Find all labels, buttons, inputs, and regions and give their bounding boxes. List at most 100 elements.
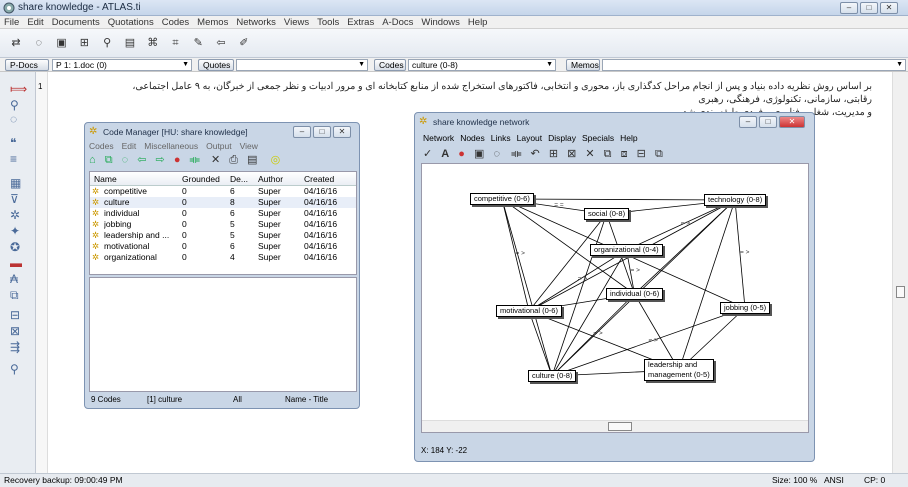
prev-icon[interactable]: ⇦ bbox=[137, 154, 146, 166]
cm-menu-codes[interactable]: Codes bbox=[89, 141, 114, 151]
code-comment-pane[interactable] bbox=[89, 277, 357, 392]
network-icon[interactable]: ⊞ bbox=[76, 35, 92, 51]
merge-icon[interactable]: ⇶ bbox=[10, 340, 20, 354]
search-icon[interactable]: ⚲ bbox=[10, 362, 19, 376]
cut-icon[interactable]: ⊟ bbox=[637, 148, 646, 160]
pen-icon[interactable]: ✎ bbox=[190, 35, 206, 51]
image-icon[interactable]: ▣ bbox=[474, 148, 484, 160]
link-icon[interactable]: ⊟ bbox=[10, 308, 20, 322]
node-icon[interactable]: ⧉ bbox=[604, 148, 612, 160]
print-icon[interactable]: ⎙ bbox=[229, 154, 238, 166]
menu-edit[interactable]: Edit bbox=[23, 16, 47, 29]
binoculars-icon[interactable]: ⚲ bbox=[99, 35, 115, 51]
menu-views[interactable]: Views bbox=[280, 16, 313, 29]
code-icon[interactable]: ⟾ bbox=[10, 82, 27, 96]
network-hscroll[interactable] bbox=[422, 420, 808, 432]
quote-list-icon[interactable]: ≡ bbox=[10, 152, 17, 166]
new-code-icon[interactable]: ⇄ bbox=[8, 35, 24, 51]
table-row[interactable]: ✲ organizational 0 4 Super 04/16/16 bbox=[90, 252, 356, 263]
page-icon[interactable]: ⧉ bbox=[10, 288, 19, 303]
cm-minimize-button[interactable]: – bbox=[293, 126, 311, 138]
filter-icon[interactable]: ⊽ bbox=[10, 192, 19, 206]
column-header-1[interactable]: Grounded bbox=[182, 174, 220, 184]
star-icon[interactable]: ✦ bbox=[10, 224, 20, 238]
save-icon[interactable]: ▣ bbox=[54, 35, 70, 51]
delete-icon[interactable]: ▬ bbox=[10, 256, 22, 270]
color-icon[interactable]: ● bbox=[458, 148, 465, 160]
menu-windows[interactable]: Windows bbox=[417, 16, 464, 29]
node-competitive[interactable]: competitive (0-6) bbox=[470, 193, 534, 205]
abc-icon[interactable]: ₳ bbox=[10, 272, 18, 286]
copy-icon[interactable]: ⧉ bbox=[105, 154, 113, 166]
column-header-4[interactable]: Created bbox=[304, 174, 334, 184]
table-row[interactable]: ✲ culture 0 8 Super 04/16/16 bbox=[90, 197, 356, 208]
nw-menu-nodes[interactable]: Nodes bbox=[460, 133, 485, 143]
delete-icon[interactable]: ✕ bbox=[585, 148, 594, 160]
column-header-3[interactable]: Author bbox=[258, 174, 283, 184]
menu-tools[interactable]: Tools bbox=[313, 16, 343, 29]
table-row[interactable]: ✲ individual 0 6 Super 04/16/16 bbox=[90, 208, 356, 219]
comment-icon[interactable]: ◌ bbox=[122, 154, 129, 166]
nw-menu-links[interactable]: Links bbox=[491, 133, 511, 143]
next-icon[interactable]: ⇨ bbox=[156, 154, 165, 166]
network-window[interactable]: ✲ share knowledge network – □ ✕ Network N… bbox=[414, 112, 815, 462]
layout-icon[interactable]: ⊞ bbox=[549, 148, 558, 160]
link-competitive-culture[interactable] bbox=[501, 198, 554, 377]
code-manager-window[interactable]: ✲ Code Manager [HU: share knowledge] – □… bbox=[84, 122, 360, 409]
pdoc-select[interactable]: P 1: 1.doc (0) ▼ bbox=[52, 59, 192, 71]
nw-menu-network[interactable]: Network bbox=[423, 133, 454, 143]
memo-icon[interactable]: ◌ bbox=[31, 35, 47, 51]
node-individual[interactable]: individual (0-6) bbox=[606, 288, 664, 300]
scroll-thumb[interactable] bbox=[896, 286, 905, 298]
memo-icon[interactable]: ◌ bbox=[493, 148, 500, 160]
code-in-vivo-icon[interactable]: ✲ bbox=[10, 208, 20, 222]
cm-menu-view[interactable]: View bbox=[240, 141, 258, 151]
hscroll-thumb[interactable] bbox=[608, 422, 632, 431]
memos-button[interactable]: Memos bbox=[566, 59, 600, 71]
codes-table[interactable]: Name Grounded De... Author Created ✲ competit… bbox=[89, 171, 357, 275]
menu-extras[interactable]: Extras bbox=[343, 16, 378, 29]
delete-icon[interactable]: ✕ bbox=[211, 154, 220, 166]
link-competitive-technology[interactable] bbox=[501, 197, 736, 203]
quotes-button[interactable]: Quotes bbox=[198, 59, 234, 71]
cm-menu-miscellaneous[interactable]: Miscellaneous bbox=[144, 141, 198, 151]
menu-adocs[interactable]: A-Docs bbox=[378, 16, 417, 29]
view-icon[interactable]: ▤ bbox=[247, 154, 257, 166]
menu-quotations[interactable]: Quotations bbox=[104, 16, 158, 29]
xml-icon[interactable]: ⌗ bbox=[167, 35, 183, 51]
node-social[interactable]: social (0-8) bbox=[584, 208, 630, 220]
back-icon[interactable]: ⇦ bbox=[213, 35, 229, 51]
minimize-button[interactable]: – bbox=[840, 2, 858, 14]
node-jobbing[interactable]: jobbing (0-5) bbox=[720, 302, 771, 314]
target-icon[interactable]: ✪ bbox=[10, 240, 20, 254]
column-header-0[interactable]: Name bbox=[94, 174, 117, 184]
zoom-icon[interactable]: ⚲ bbox=[10, 98, 19, 112]
column-header-2[interactable]: De... bbox=[230, 174, 248, 184]
relink-icon[interactable]: ⊠ bbox=[10, 324, 20, 338]
font-icon[interactable]: A bbox=[441, 148, 449, 160]
link-icon[interactable]: ⟚ bbox=[190, 154, 200, 166]
menu-codes[interactable]: Codes bbox=[158, 16, 193, 29]
codes-select[interactable]: culture (0-8) ▼ bbox=[408, 59, 556, 71]
document-scrollbar[interactable] bbox=[892, 72, 908, 473]
memos-select[interactable]: ▼ bbox=[602, 59, 906, 71]
menu-memos[interactable]: Memos bbox=[193, 16, 232, 29]
close-button[interactable]: ✕ bbox=[880, 2, 898, 14]
network-canvas[interactable]: = == >= >= >= >= >= >= >= > competitive … bbox=[421, 163, 809, 433]
nw-menu-help[interactable]: Help bbox=[620, 133, 637, 143]
maximize-button[interactable]: □ bbox=[860, 2, 878, 14]
check-icon[interactable]: ✓ bbox=[423, 148, 432, 160]
cm-menu-edit[interactable]: Edit bbox=[122, 141, 137, 151]
quote-icon[interactable]: ❝ bbox=[10, 136, 16, 150]
node-leadership[interactable]: leadership and management (0-5) bbox=[644, 359, 714, 381]
node-motivational[interactable]: motivational (0-6) bbox=[496, 305, 562, 317]
link-icon[interactable]: ⟚ bbox=[511, 148, 521, 160]
brush-icon[interactable]: ✐ bbox=[236, 35, 252, 51]
document-icon[interactable]: ▤ bbox=[122, 35, 138, 51]
menu-file[interactable]: File bbox=[0, 16, 23, 29]
nw-minimize-button[interactable]: – bbox=[739, 116, 757, 128]
table-row[interactable]: ✲ competitive 0 6 Super 04/16/16 bbox=[90, 186, 356, 197]
undo-icon[interactable]: ↶ bbox=[531, 148, 540, 160]
nw-menu-display[interactable]: Display bbox=[548, 133, 576, 143]
node-organizational[interactable]: organizational (0-4) bbox=[590, 244, 663, 256]
